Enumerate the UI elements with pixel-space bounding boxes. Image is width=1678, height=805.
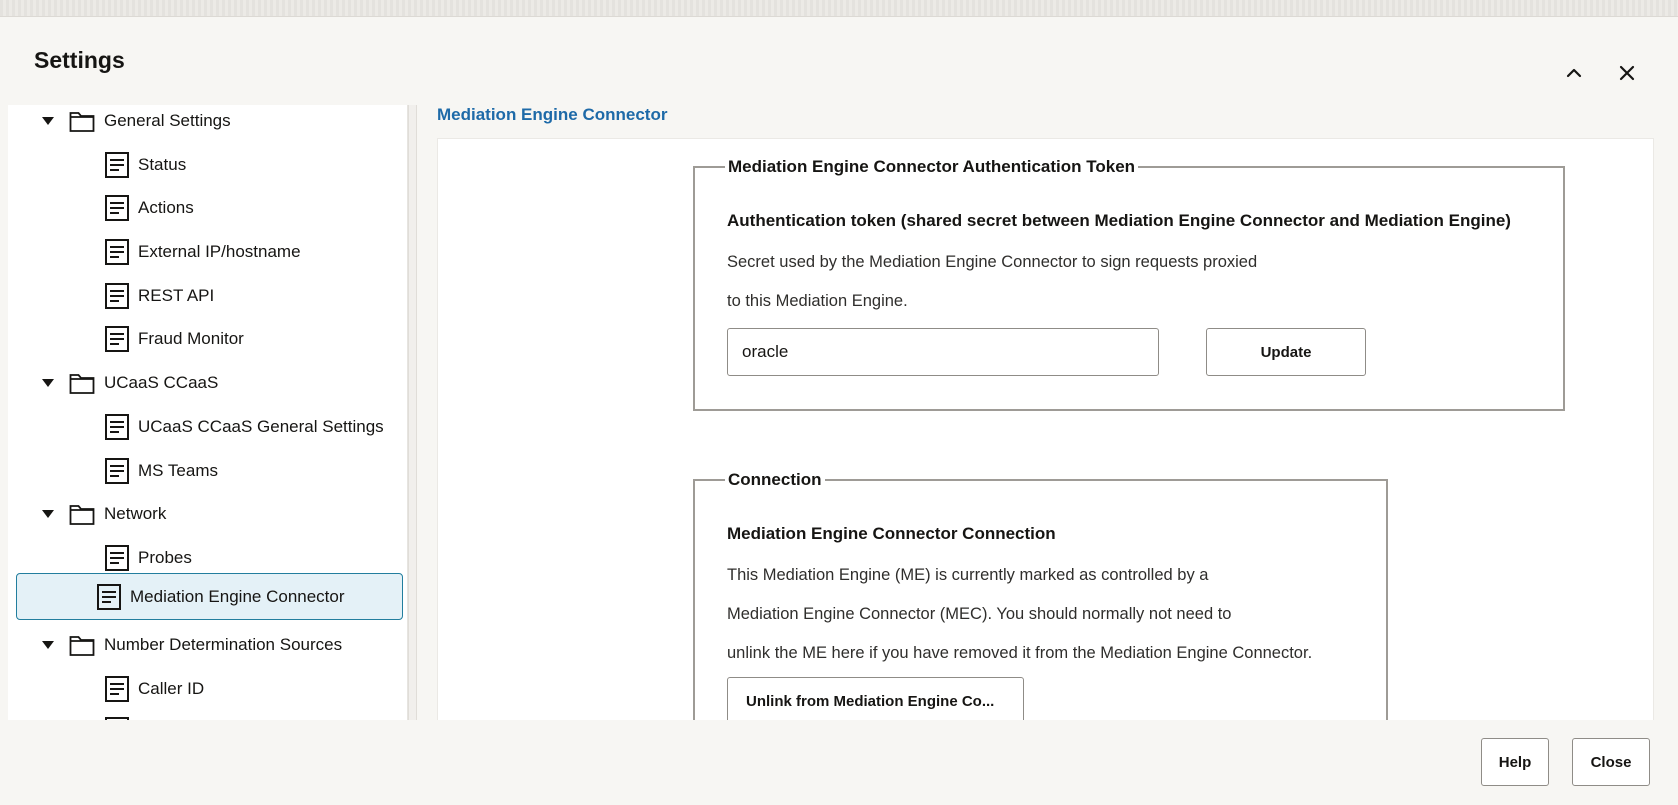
connection-description-line-2: Mediation Engine Connector (MEC). You sh… (727, 605, 1232, 623)
connection-legend: Connection (728, 470, 822, 489)
document-icon (105, 458, 129, 484)
document-icon (105, 283, 129, 309)
tree-label: Probes (138, 548, 192, 567)
tree-label: MS Teams (138, 461, 218, 480)
caret-down-icon[interactable] (40, 637, 56, 653)
collapse-button[interactable] (1556, 55, 1592, 91)
tree-item-external-ip[interactable]: External IP/hostname (16, 230, 403, 274)
tree-item-caller-id[interactable]: Caller ID (16, 667, 403, 711)
tree-item-ucaas-general[interactable]: UCaaS CCaaS General Settings (16, 405, 403, 449)
update-button[interactable]: Update (1206, 328, 1366, 376)
tree-item-mediation-engine-connector[interactable]: Mediation Engine Connector (16, 573, 403, 620)
folder-icon (69, 109, 95, 133)
help-button[interactable]: Help (1481, 738, 1549, 786)
caret-down-icon[interactable] (40, 506, 56, 522)
settings-tree: General Settings Status Actions External… (8, 105, 408, 720)
dialog-header: Settings (0, 17, 1678, 105)
folder-icon (69, 502, 95, 526)
token-description-line-1: Secret used by the Mediation Engine Conn… (727, 253, 1258, 271)
document-icon (105, 152, 129, 178)
dialog-body: General Settings Status Actions External… (0, 105, 1678, 720)
token-legend: Mediation Engine Connector Authenticatio… (728, 157, 1136, 176)
dialog-footer: Help Close (0, 720, 1678, 805)
content-card: Mediation Engine Connector Authenticatio… (437, 138, 1654, 720)
connection-heading: Mediation Engine Connector Connection (727, 524, 1056, 543)
token-input[interactable] (727, 328, 1159, 376)
document-icon (105, 326, 129, 352)
tree-label: Network (104, 504, 167, 523)
close-dialog-button[interactable] (1609, 55, 1645, 91)
token-fieldset: Mediation Engine Connector Authenticatio… (693, 157, 1565, 411)
tree-item-actions[interactable]: Actions (16, 186, 403, 230)
tree-label: Mediation Engine Connector (130, 586, 345, 606)
document-icon (105, 676, 129, 702)
folder-icon (69, 633, 95, 657)
tree-label: External IP/hostname (138, 242, 301, 261)
tree-label: UCaaS CCaaS General Settings (138, 417, 384, 436)
document-icon (105, 239, 129, 265)
caret-down-icon[interactable] (40, 375, 56, 391)
content-panel: Mediation Engine Connector Mediation Eng… (417, 105, 1670, 720)
connection-description-line-1: This Mediation Engine (ME) is currently … (727, 566, 1209, 584)
document-icon (105, 414, 129, 440)
connection-fieldset: Connection Mediation Engine Connector Co… (693, 470, 1388, 720)
document-icon (105, 545, 129, 571)
tree-item-ms-teams[interactable]: MS Teams (16, 449, 403, 493)
token-row: Update (727, 328, 1531, 388)
folder-icon (69, 371, 95, 395)
tree-folder-general-settings[interactable]: General Settings (16, 105, 403, 143)
close-icon (1619, 65, 1635, 81)
tree-folder-network[interactable]: Network (16, 492, 403, 536)
background-strip (0, 0, 1678, 17)
tree-label: UCaaS CCaaS (104, 373, 219, 392)
section-title-link[interactable]: Mediation Engine Connector (437, 105, 667, 125)
token-description-line-2: to this Mediation Engine. (727, 292, 908, 310)
panel-splitter[interactable] (408, 105, 417, 720)
connection-description-line-3: unlink the ME here if you have removed i… (727, 644, 1313, 662)
tree-label: Number Determination Sources (104, 635, 343, 654)
tree-label: REST API (138, 286, 215, 305)
caret-down-icon[interactable] (40, 113, 56, 129)
chevron-up-icon (1566, 68, 1582, 78)
tree-item-status[interactable]: Status (16, 143, 403, 187)
tree-folder-number-determination[interactable]: Number Determination Sources (16, 623, 403, 667)
tree-item-rest-api[interactable]: REST API (16, 274, 403, 318)
tree-label: Fraud Monitor (138, 329, 244, 348)
tree-label: Actions (138, 198, 194, 217)
tree-item-fraud-monitor[interactable]: Fraud Monitor (16, 317, 403, 361)
dialog-title: Settings (34, 47, 125, 73)
close-button[interactable]: Close (1572, 738, 1650, 786)
tree-label: Status (138, 155, 187, 174)
document-icon (105, 195, 129, 221)
token-heading: Authentication token (shared secret betw… (727, 211, 1511, 230)
document-icon (97, 583, 121, 610)
tree-label: Caller ID (138, 679, 205, 698)
unlink-button[interactable]: Unlink from Mediation Engine Co... (727, 677, 1024, 720)
tree-label: General Settings (104, 111, 231, 130)
tree-folder-ucaas-ccaas[interactable]: UCaaS CCaaS (16, 361, 403, 405)
